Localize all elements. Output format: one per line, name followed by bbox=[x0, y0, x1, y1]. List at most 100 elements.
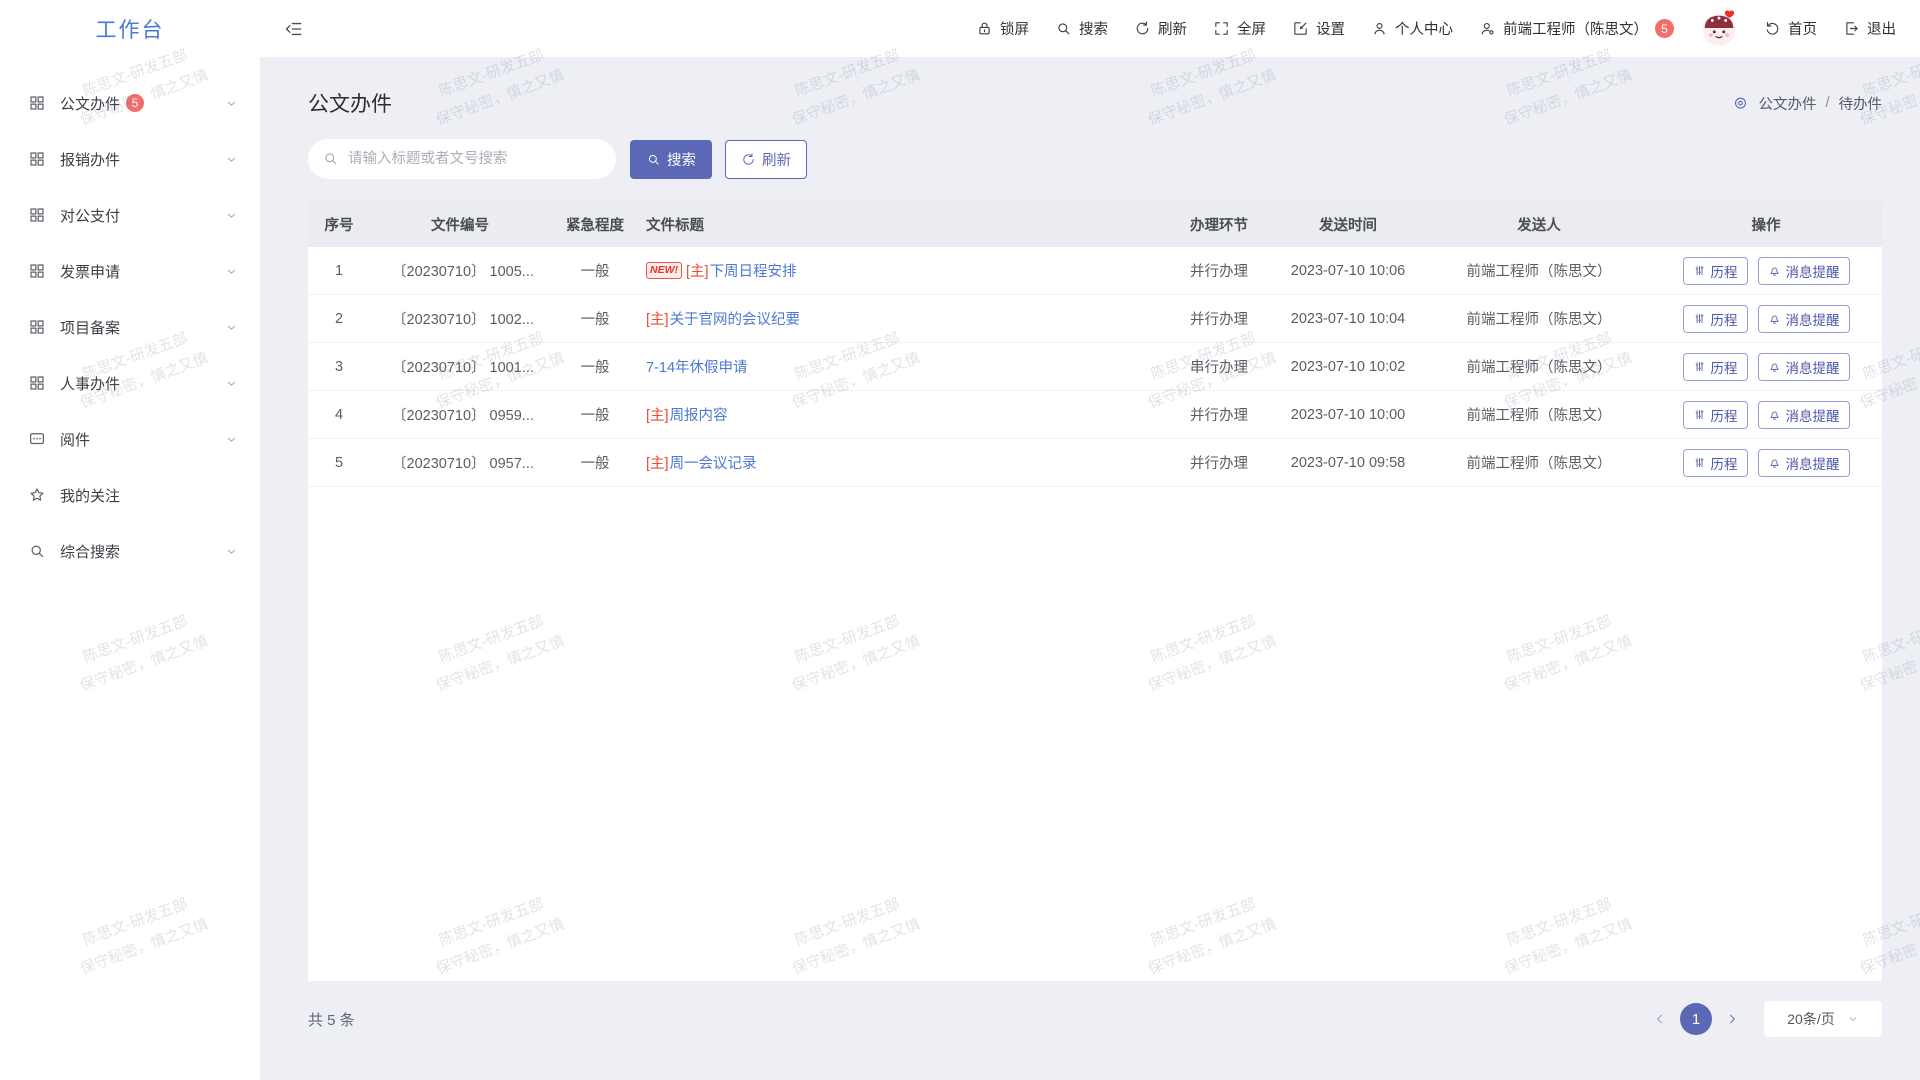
search-button[interactable]: 搜索 bbox=[630, 140, 712, 179]
breadcrumb: 公文办件 / 待办件 bbox=[1732, 93, 1882, 114]
cell-index: 5 bbox=[308, 455, 370, 471]
cell-actions: 历程 消息提醒 bbox=[1650, 257, 1882, 285]
chevron-down-icon bbox=[225, 265, 238, 278]
cell-actions: 历程 消息提醒 bbox=[1650, 305, 1882, 333]
main-content: 公文办件 公文办件 / 待办件 搜索 刷新 序号文件编号紧急程 bbox=[260, 57, 1920, 1080]
cell-title: [主] 周一会议记录 bbox=[640, 452, 1170, 473]
settings-button[interactable]: 设置 bbox=[1292, 18, 1345, 39]
page-size-select[interactable]: 20条/页 bbox=[1764, 1001, 1882, 1037]
cell-actions: 历程 消息提醒 bbox=[1650, 353, 1882, 381]
avatar[interactable] bbox=[1700, 10, 1738, 48]
refresh-icon bbox=[741, 152, 756, 167]
fullscreen-button[interactable]: 全屏 bbox=[1213, 18, 1266, 39]
search-input[interactable] bbox=[308, 139, 616, 179]
pagination: 1 20条/页 bbox=[1653, 1001, 1882, 1037]
sidebar-item-project[interactable]: 项目备案 bbox=[0, 299, 260, 355]
history-button[interactable]: 历程 bbox=[1683, 353, 1748, 381]
chevron-down-icon bbox=[225, 97, 238, 110]
table-row[interactable]: 1 〔20230710〕 1005... 一般 NEW! [主] 下周日程安排 … bbox=[308, 247, 1882, 295]
sidebar-item-docs[interactable]: 公文办件 5 bbox=[0, 75, 260, 131]
current-user[interactable]: 前端工程师（陈思文） 5 bbox=[1479, 18, 1674, 39]
chevron-down-icon bbox=[225, 433, 238, 446]
cell-file-no: 〔20230710〕 0959... bbox=[370, 404, 550, 425]
table-row[interactable]: 3 〔20230710〕 1001... 一般 7-14年休假申请 串行办理 2… bbox=[308, 343, 1882, 391]
user-icon bbox=[1371, 20, 1388, 37]
cell-step: 并行办理 bbox=[1170, 260, 1268, 281]
profile-button[interactable]: 个人中心 bbox=[1371, 18, 1453, 39]
refresh-button[interactable]: 刷新 bbox=[725, 140, 807, 179]
cell-send-time: 2023-07-10 10:06 bbox=[1268, 263, 1428, 279]
documents-table: 序号文件编号紧急程度文件标题办理环节发送时间发送人操作 1 〔20230710〕… bbox=[308, 201, 1882, 981]
document-title-link[interactable]: 关于官网的会议纪要 bbox=[670, 308, 801, 329]
refresh-button[interactable]: 刷新 bbox=[1134, 18, 1187, 39]
breadcrumb-item[interactable]: 公文办件 bbox=[1758, 93, 1816, 114]
document-title-link[interactable]: 周一会议记录 bbox=[670, 452, 757, 473]
sidebar: 工作台 公文办件 5 报销办件 对公支付 发票申请 项目备案 人事办件 bbox=[0, 0, 261, 1080]
sidebar-item-favorites[interactable]: 我的关注 bbox=[0, 467, 260, 523]
document-title-link[interactable]: 7-14年休假申请 bbox=[646, 356, 748, 377]
doc-main-tag: [主] bbox=[646, 308, 669, 329]
cell-urgency: 一般 bbox=[550, 404, 640, 425]
cell-urgency: 一般 bbox=[550, 260, 640, 281]
cell-title: NEW! [主] 下周日程安排 bbox=[640, 260, 1170, 281]
notify-button[interactable]: 消息提醒 bbox=[1758, 401, 1850, 429]
bell-icon bbox=[1768, 408, 1781, 421]
sidebar-menu: 公文办件 5 报销办件 对公支付 发票申请 项目备案 人事办件 阅件 bbox=[0, 57, 260, 579]
cell-actions: 历程 消息提醒 bbox=[1650, 449, 1882, 477]
cell-send-time: 2023-07-10 09:58 bbox=[1268, 455, 1428, 471]
column-header: 文件标题 bbox=[640, 214, 1170, 235]
search-icon bbox=[28, 542, 46, 560]
grid-icon bbox=[28, 262, 46, 280]
sliders-icon bbox=[1693, 456, 1706, 469]
column-header: 序号 bbox=[308, 214, 370, 235]
document-title-link[interactable]: 周报内容 bbox=[670, 404, 728, 425]
search-icon bbox=[646, 152, 661, 167]
app-logo: 工作台 bbox=[0, 0, 260, 57]
history-button[interactable]: 历程 bbox=[1683, 449, 1748, 477]
lock-screen-button[interactable]: 锁屏 bbox=[976, 18, 1029, 39]
history-button[interactable]: 历程 bbox=[1683, 305, 1748, 333]
sliders-icon bbox=[1693, 264, 1706, 277]
chevron-down-icon bbox=[225, 545, 238, 558]
sidebar-collapse-icon[interactable] bbox=[284, 19, 304, 39]
history-button[interactable]: 历程 bbox=[1683, 257, 1748, 285]
sidebar-item-reading[interactable]: 阅件 bbox=[0, 411, 260, 467]
sidebar-item-hr[interactable]: 人事办件 bbox=[0, 355, 260, 411]
notify-button[interactable]: 消息提醒 bbox=[1758, 257, 1850, 285]
home-button[interactable]: 首页 bbox=[1764, 18, 1817, 39]
history-button[interactable]: 历程 bbox=[1683, 401, 1748, 429]
prev-page-button[interactable] bbox=[1653, 1012, 1667, 1026]
sidebar-item-invoice[interactable]: 发票申请 bbox=[0, 243, 260, 299]
sidebar-item-payment[interactable]: 对公支付 bbox=[0, 187, 260, 243]
search-button[interactable]: 搜索 bbox=[1055, 18, 1108, 39]
sidebar-item-search[interactable]: 综合搜索 bbox=[0, 523, 260, 579]
table-row[interactable]: 5 〔20230710〕 0957... 一般 [主] 周一会议记录 并行办理 … bbox=[308, 439, 1882, 487]
chevron-down-icon bbox=[225, 321, 238, 334]
notify-button[interactable]: 消息提醒 bbox=[1758, 353, 1850, 381]
notify-button[interactable]: 消息提醒 bbox=[1758, 449, 1850, 477]
cell-urgency: 一般 bbox=[550, 452, 640, 473]
sidebar-item-reimburse[interactable]: 报销办件 bbox=[0, 131, 260, 187]
document-title-link[interactable]: 下周日程安排 bbox=[710, 260, 797, 281]
location-pin-icon bbox=[1732, 95, 1749, 112]
table-row[interactable]: 2 〔20230710〕 1002... 一般 [主] 关于官网的会议纪要 并行… bbox=[308, 295, 1882, 343]
search-icon bbox=[322, 150, 339, 167]
refresh-icon bbox=[1134, 20, 1151, 37]
sliders-icon bbox=[1693, 312, 1706, 325]
lock-icon bbox=[976, 20, 993, 37]
table-header-row: 序号文件编号紧急程度文件标题办理环节发送时间发送人操作 bbox=[308, 201, 1882, 247]
next-page-button[interactable] bbox=[1725, 1012, 1739, 1026]
doc-main-tag: [主] bbox=[686, 260, 709, 281]
column-header: 文件编号 bbox=[370, 214, 550, 235]
page-title: 公文办件 bbox=[308, 88, 392, 118]
column-header: 办理环节 bbox=[1170, 214, 1268, 235]
new-badge: NEW! bbox=[646, 262, 682, 279]
notify-button[interactable]: 消息提醒 bbox=[1758, 305, 1850, 333]
grid-icon bbox=[28, 206, 46, 224]
page-number-button[interactable]: 1 bbox=[1680, 1003, 1712, 1035]
workbench-app: 工作台 公文办件 5 报销办件 对公支付 发票申请 项目备案 人事办件 bbox=[0, 0, 1920, 1080]
cell-index: 2 bbox=[308, 311, 370, 327]
logout-button[interactable]: 退出 bbox=[1843, 18, 1896, 39]
table-row[interactable]: 4 〔20230710〕 0959... 一般 [主] 周报内容 并行办理 20… bbox=[308, 391, 1882, 439]
chevron-down-icon bbox=[1847, 1013, 1859, 1025]
